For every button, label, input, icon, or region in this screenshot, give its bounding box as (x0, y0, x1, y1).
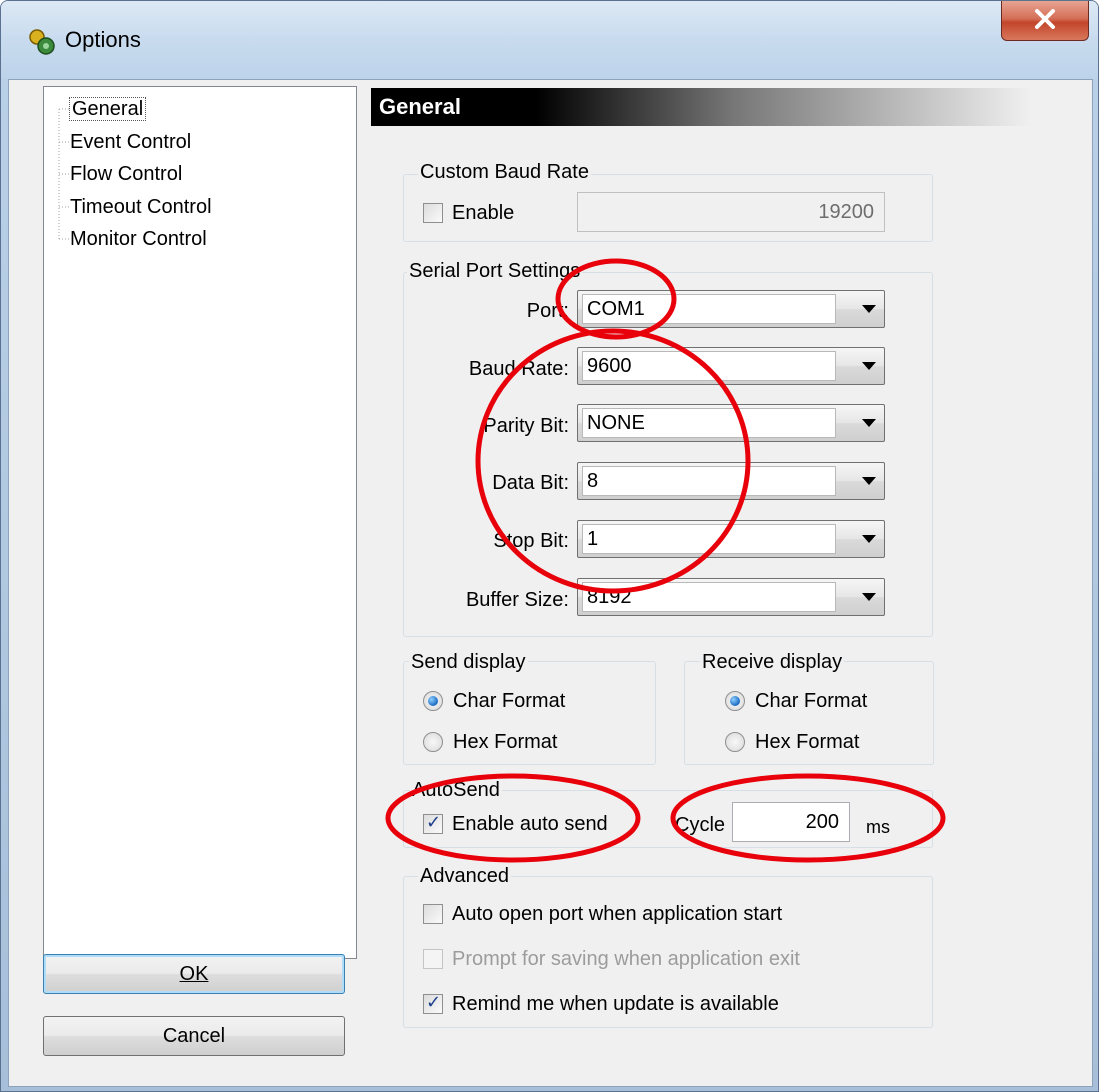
ok-button-label: OK (179, 963, 209, 985)
receive-hex-format-label: Hex Format (755, 731, 860, 753)
parity-bit-label: Parity Bit: (483, 415, 569, 437)
auto-open-port-label: Auto open port when application start (452, 903, 783, 925)
tree-item-label: Timeout Control (70, 196, 212, 218)
receive-display-group-label: Receive display (700, 650, 845, 674)
stop-bit-select[interactable]: 1 (577, 520, 885, 558)
data-bit-select[interactable]: 8 (577, 462, 885, 500)
chevron-down-icon (862, 593, 876, 601)
custom-baud-input[interactable]: 19200 (577, 192, 885, 232)
send-char-format-radio[interactable] (423, 691, 443, 711)
enable-auto-send-label: Enable auto send (452, 813, 608, 835)
receive-char-format-radio[interactable] (725, 691, 745, 711)
cycle-label: Cycle (675, 814, 726, 836)
cycle-unit-label: ms (866, 817, 890, 837)
cancel-button[interactable]: Cancel (43, 1016, 345, 1056)
ok-button[interactable]: OK (43, 954, 345, 994)
port-value: COM1 (582, 294, 836, 324)
baud-rate-select[interactable]: 9600 (577, 347, 885, 385)
custom-baud-enable-label: Enable (452, 202, 515, 224)
port-label: Port: (526, 300, 569, 322)
options-window: Options General Event Control Flow Contr… (0, 0, 1099, 1092)
chevron-down-icon (862, 419, 876, 427)
tree-item-label: Event Control (70, 131, 192, 153)
send-hex-format-label: Hex Format (453, 731, 558, 753)
data-bit-label: Data Bit: (492, 472, 569, 494)
section-header: General (371, 88, 1031, 126)
prompt-saving-label: Prompt for saving when application exit (452, 948, 800, 970)
custom-baud-enable-checkbox[interactable] (423, 203, 443, 223)
tree-item-timeout-control[interactable]: Timeout Control (70, 192, 212, 222)
advanced-group-label: Advanced (418, 864, 511, 888)
tree-item-label: Flow Control (70, 163, 183, 185)
send-hex-format-radio[interactable] (423, 732, 443, 752)
data-bit-value: 8 (582, 466, 836, 496)
tree-item-event-control[interactable]: Event Control (70, 127, 191, 157)
chevron-down-icon (862, 305, 876, 313)
cycle-input[interactable]: 200 (732, 802, 850, 842)
send-display-group-label: Send display (409, 650, 528, 674)
buffer-size-value: 8192 (582, 582, 836, 612)
window-title: Options (65, 27, 141, 52)
tree-item-label: General (68, 97, 147, 121)
buffer-size-select[interactable]: 8192 (577, 578, 885, 616)
cancel-button-label: Cancel (162, 1025, 226, 1047)
dialog-client-area: General Event Control Flow Control Timeo… (8, 79, 1093, 1087)
serial-port-group-label: Serial Port Settings (407, 259, 583, 283)
title-bar[interactable]: Options (1, 1, 1098, 79)
port-select[interactable]: COM1 (577, 290, 885, 328)
app-icon (29, 29, 55, 55)
chevron-down-icon (862, 362, 876, 370)
autosend-group-label: AutoSend (410, 778, 502, 802)
tree-item-label: Monitor Control (70, 228, 207, 250)
prompt-saving-checkbox (423, 949, 443, 969)
parity-bit-select[interactable]: NONE (577, 404, 885, 442)
options-tree[interactable]: General Event Control Flow Control Timeo… (43, 86, 357, 959)
remind-update-checkbox[interactable] (423, 992, 443, 1014)
parity-bit-value: NONE (582, 408, 836, 438)
baud-rate-label: Baud Rate: (468, 358, 569, 380)
remind-update-label: Remind me when update is available (452, 993, 779, 1015)
close-icon (1035, 9, 1055, 29)
auto-open-port-checkbox[interactable] (423, 904, 443, 924)
close-button[interactable] (1001, 1, 1089, 41)
tree-item-monitor-control[interactable]: Monitor Control (70, 224, 207, 254)
chevron-down-icon (862, 535, 876, 543)
tree-item-general[interactable]: General (68, 94, 147, 124)
receive-hex-format-radio[interactable] (725, 732, 745, 752)
custom-baud-group-label: Custom Baud Rate (418, 160, 591, 184)
baud-rate-value: 9600 (582, 351, 836, 381)
buffer-size-label: Buffer Size: (465, 589, 569, 611)
enable-auto-send-checkbox[interactable] (423, 812, 443, 834)
stop-bit-label: Stop Bit: (493, 530, 569, 552)
send-char-format-label: Char Format (453, 690, 566, 712)
stop-bit-value: 1 (582, 524, 836, 554)
tree-item-flow-control[interactable]: Flow Control (70, 159, 182, 189)
receive-char-format-label: Char Format (755, 690, 868, 712)
chevron-down-icon (862, 477, 876, 485)
